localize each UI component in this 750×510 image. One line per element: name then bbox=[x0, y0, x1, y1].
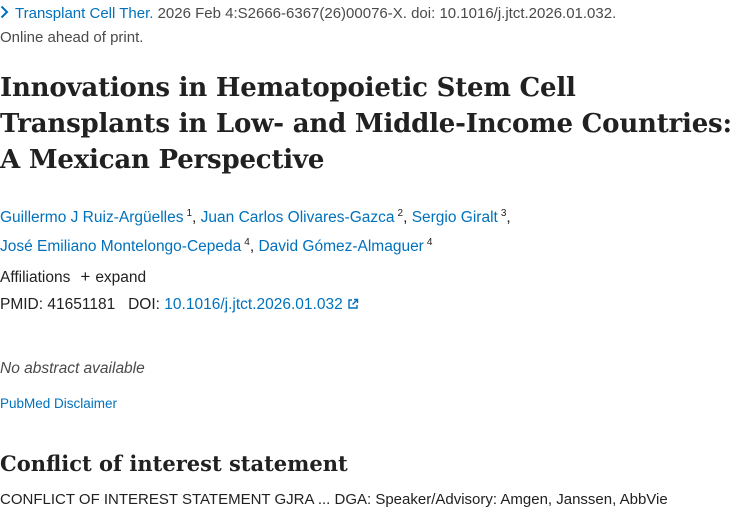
author-link[interactable]: Guillermo J Ruiz-Argüelles bbox=[0, 209, 183, 226]
citation-line: Transplant Cell Ther. 2026 Feb 4:S2666-6… bbox=[0, 4, 616, 24]
doi-link[interactable]: 10.1016/j.jtct.2026.01.032 bbox=[164, 296, 358, 313]
pmid-label: PMID: bbox=[0, 296, 44, 313]
author-separator: , bbox=[506, 209, 511, 226]
conflict-heading: Conflict of interest statement bbox=[0, 451, 348, 476]
plus-icon: + bbox=[80, 267, 91, 286]
author-link[interactable]: David Gómez-Almaguer bbox=[258, 238, 423, 255]
author-link[interactable]: Juan Carlos Olivares-Gazca bbox=[201, 209, 395, 226]
publication-status: Online ahead of print. bbox=[0, 29, 144, 46]
affiliation-ref[interactable]: 4 bbox=[427, 237, 433, 248]
pubmed-disclaimer-link[interactable]: PubMed Disclaimer bbox=[0, 396, 117, 411]
disclaimer: PubMed Disclaimer bbox=[0, 394, 117, 414]
author-separator: , bbox=[192, 209, 197, 226]
external-link-icon bbox=[348, 298, 358, 309]
affiliations-label: Affiliations bbox=[0, 269, 71, 286]
author-link[interactable]: José Emiliano Montelongo-Cepeda bbox=[0, 238, 241, 255]
conflict-text: CONFLICT OF INTEREST STATEMENT GJRA ... … bbox=[0, 491, 668, 508]
author-link[interactable]: Sergio Giralt bbox=[412, 209, 498, 226]
doi-value: 10.1016/j.jtct.2026.01.032 bbox=[164, 296, 343, 313]
authors-list: Guillermo J Ruiz-Argüelles 1, Juan Carlos… bbox=[0, 201, 750, 259]
affiliations-toggle[interactable]: Affiliations + expand bbox=[0, 266, 146, 289]
identifiers: PMID: 41651181 DOI: 10.1016/j.jtct.2026.… bbox=[0, 294, 359, 316]
expand-label: expand bbox=[95, 269, 147, 286]
pmid-value: 41651181 bbox=[47, 296, 116, 313]
chevron-right-icon[interactable] bbox=[0, 5, 9, 19]
author-separator: , bbox=[249, 238, 255, 255]
citation-details: 2026 Feb 4:S2666-6367(26)00076-X. doi: 1… bbox=[153, 5, 617, 22]
author-separator: , bbox=[403, 209, 408, 226]
article-title: Innovations in Hematopoietic Stem Cell T… bbox=[0, 73, 732, 175]
no-abstract-notice: No abstract available bbox=[0, 360, 145, 377]
doi-label: DOI: bbox=[128, 296, 160, 313]
journal-link[interactable]: Transplant Cell Ther. bbox=[15, 5, 153, 22]
